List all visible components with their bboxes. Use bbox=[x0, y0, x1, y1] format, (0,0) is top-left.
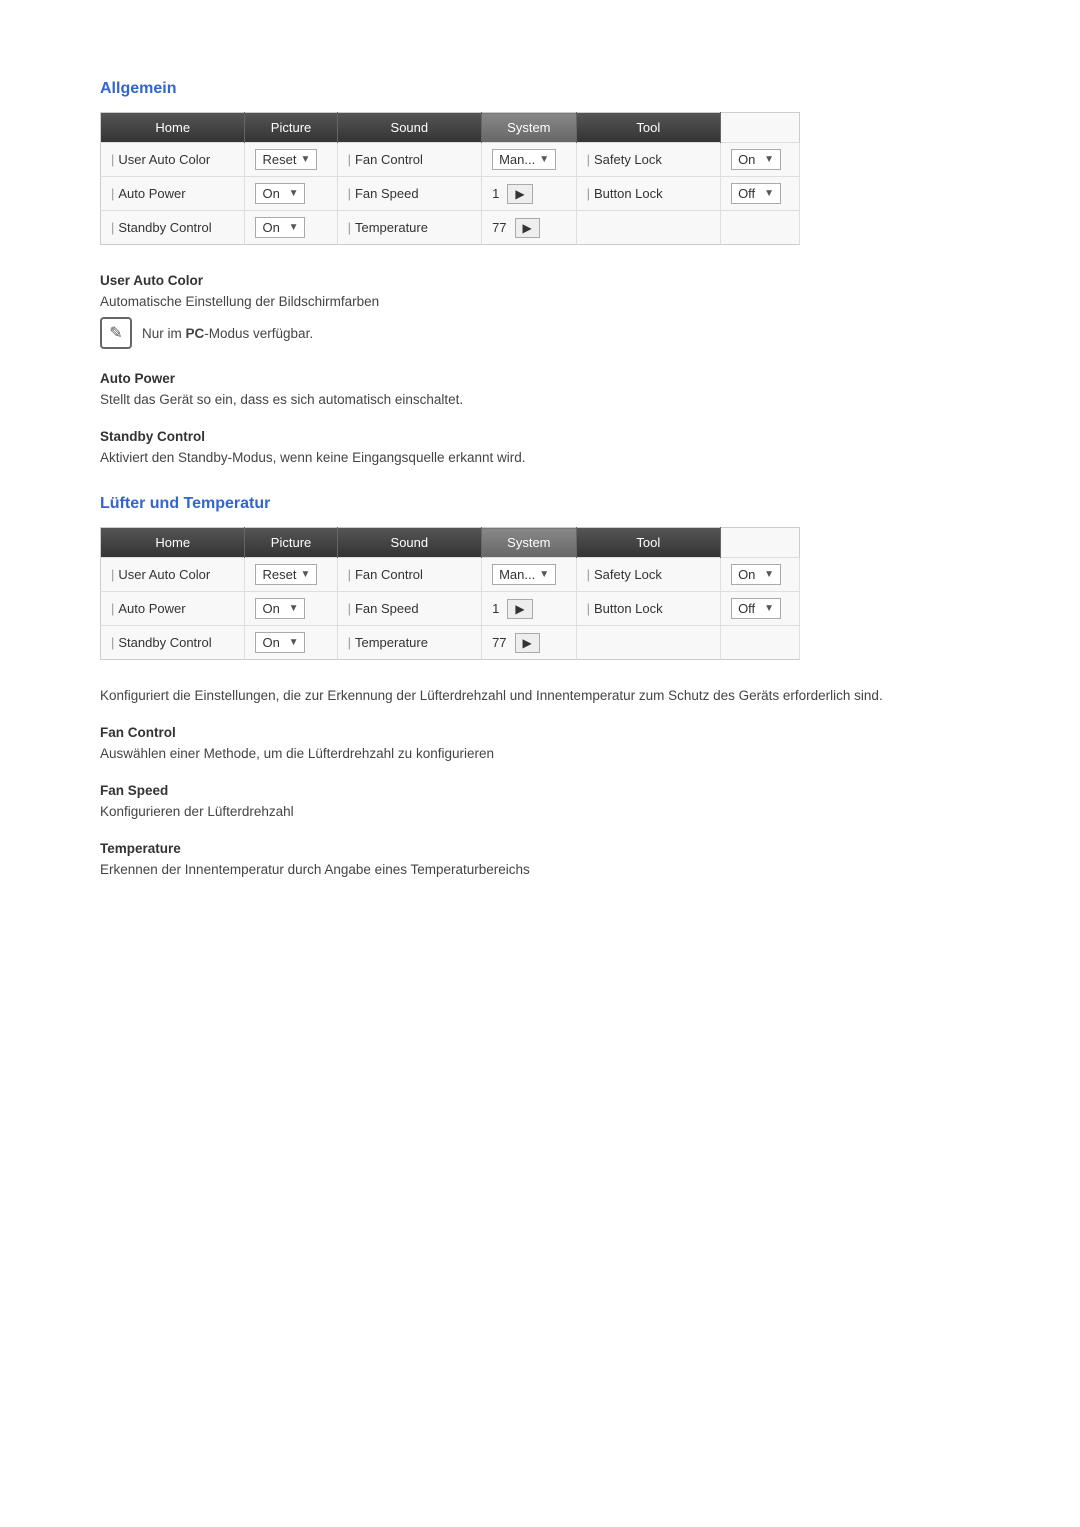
user-auto-color-control[interactable]: Reset ▼ bbox=[245, 143, 337, 177]
empty-cell-1 bbox=[576, 211, 720, 245]
fan-speed-control[interactable]: 1 ▶ bbox=[482, 177, 577, 211]
standby-control-label-2: Standby Control bbox=[101, 626, 245, 660]
fan-control-description: Auswählen einer Methode, um die Lüfterdr… bbox=[100, 746, 980, 761]
allgemein-menu-table: Home Picture Sound System Tool User Auto… bbox=[100, 112, 800, 245]
pencil-icon: ✎ bbox=[100, 317, 132, 349]
tab-tool-2[interactable]: Tool bbox=[576, 528, 720, 558]
tab-picture-2[interactable]: Picture bbox=[245, 528, 337, 558]
tab-picture[interactable]: Picture bbox=[245, 113, 337, 143]
allgemein-title: Allgemein bbox=[100, 80, 980, 98]
auto-power-desc-block: Auto Power Stellt das Gerät so ein, dass… bbox=[100, 371, 980, 407]
auto-power-control[interactable]: On ▼ bbox=[245, 177, 337, 211]
table-row: Auto Power On ▼ Fan Speed 1 ▶ Button Loc… bbox=[101, 177, 800, 211]
button-lock-label: Button Lock bbox=[576, 177, 720, 211]
user-auto-color-desc-block: User Auto Color Automatische Einstellung… bbox=[100, 273, 980, 349]
table-row: Auto Power On ▼ Fan Speed 1 ▶ Button Loc… bbox=[101, 592, 800, 626]
fan-control-label: Fan Control bbox=[337, 143, 481, 177]
user-auto-color-control-2[interactable]: Reset ▼ bbox=[245, 558, 337, 592]
safety-lock-label: Safety Lock bbox=[576, 143, 720, 177]
tab-sound[interactable]: Sound bbox=[337, 113, 481, 143]
fan-control-control[interactable]: Man... ▼ bbox=[482, 143, 577, 177]
table-row: User Auto Color Reset ▼ Fan Control Man.… bbox=[101, 558, 800, 592]
luefter-section: Lüfter und Temperatur Home Picture Sound… bbox=[100, 495, 980, 877]
tab-home[interactable]: Home bbox=[101, 113, 245, 143]
page-container: Allgemein Home Picture Sound System Tool… bbox=[100, 80, 980, 877]
button-lock-label-2: Button Lock bbox=[576, 592, 720, 626]
user-auto-color-description: Automatische Einstellung der Bildschirmf… bbox=[100, 294, 980, 309]
temperature-description: Erkennen der Innentemperatur durch Angab… bbox=[100, 862, 980, 877]
safety-lock-control-2[interactable]: On ▼ bbox=[721, 558, 800, 592]
tab-system-active[interactable]: System bbox=[482, 113, 577, 143]
empty-cell-2 bbox=[721, 211, 800, 245]
empty-cell-4 bbox=[721, 626, 800, 660]
fan-control-desc-block: Fan Control Auswählen einer Methode, um … bbox=[100, 725, 980, 761]
safety-lock-control[interactable]: On ▼ bbox=[721, 143, 800, 177]
empty-cell-3 bbox=[576, 626, 720, 660]
fan-speed-description: Konfigurieren der Lüfterdrehzahl bbox=[100, 804, 980, 819]
auto-power-control-2[interactable]: On ▼ bbox=[245, 592, 337, 626]
fan-control-control-2[interactable]: Man... ▼ bbox=[482, 558, 577, 592]
note-box: ✎ Nur im PC-Modus verfügbar. bbox=[100, 317, 980, 349]
temperature-control-2[interactable]: 77 ▶ bbox=[482, 626, 577, 660]
temperature-control[interactable]: 77 ▶ bbox=[482, 211, 577, 245]
allgemein-section: Allgemein Home Picture Sound System Tool… bbox=[100, 80, 980, 465]
standby-control-control-2[interactable]: On ▼ bbox=[245, 626, 337, 660]
standby-control-control[interactable]: On ▼ bbox=[245, 211, 337, 245]
tab-system-active-2[interactable]: System bbox=[482, 528, 577, 558]
auto-power-label: Auto Power bbox=[101, 177, 245, 211]
fan-control-label-2: Fan Control bbox=[337, 558, 481, 592]
fan-speed-control-2[interactable]: 1 ▶ bbox=[482, 592, 577, 626]
note-text: Nur im PC-Modus verfügbar. bbox=[142, 326, 313, 341]
tab-tool[interactable]: Tool bbox=[576, 113, 720, 143]
auto-power-description: Stellt das Gerät so ein, dass es sich au… bbox=[100, 392, 980, 407]
fan-speed-desc-block: Fan Speed Konfigurieren der Lüfterdrehza… bbox=[100, 783, 980, 819]
luefter-title: Lüfter und Temperatur bbox=[100, 495, 980, 513]
fan-speed-label: Fan Speed bbox=[337, 177, 481, 211]
table-row: Standby Control On ▼ Temperature 77 ▶ bbox=[101, 211, 800, 245]
luefter-menu-table: Home Picture Sound System Tool User Auto… bbox=[100, 527, 800, 660]
luefter-intro: Konfiguriert die Einstellungen, die zur … bbox=[100, 688, 980, 703]
standby-control-heading: Standby Control bbox=[100, 429, 980, 444]
user-auto-color-label-2: User Auto Color bbox=[101, 558, 245, 592]
table-row: User Auto Color Reset ▼ Fan Control Man.… bbox=[101, 143, 800, 177]
temperature-desc-block: Temperature Erkennen der Innentemperatur… bbox=[100, 841, 980, 877]
fan-control-heading: Fan Control bbox=[100, 725, 980, 740]
standby-control-desc-block: Standby Control Aktiviert den Standby-Mo… bbox=[100, 429, 980, 465]
standby-control-description: Aktiviert den Standby-Modus, wenn keine … bbox=[100, 450, 980, 465]
fan-speed-heading: Fan Speed bbox=[100, 783, 980, 798]
temperature-label: Temperature bbox=[337, 211, 481, 245]
fan-speed-label-2: Fan Speed bbox=[337, 592, 481, 626]
auto-power-label-2: Auto Power bbox=[101, 592, 245, 626]
standby-control-label: Standby Control bbox=[101, 211, 245, 245]
auto-power-heading: Auto Power bbox=[100, 371, 980, 386]
user-auto-color-label: User Auto Color bbox=[101, 143, 245, 177]
button-lock-control-2[interactable]: Off ▼ bbox=[721, 592, 800, 626]
temperature-heading: Temperature bbox=[100, 841, 980, 856]
temperature-label-2: Temperature bbox=[337, 626, 481, 660]
tab-home-2[interactable]: Home bbox=[101, 528, 245, 558]
button-lock-control[interactable]: Off ▼ bbox=[721, 177, 800, 211]
safety-lock-label-2: Safety Lock bbox=[576, 558, 720, 592]
user-auto-color-heading: User Auto Color bbox=[100, 273, 980, 288]
table-row: Standby Control On ▼ Temperature 77 ▶ bbox=[101, 626, 800, 660]
tab-sound-2[interactable]: Sound bbox=[337, 528, 481, 558]
